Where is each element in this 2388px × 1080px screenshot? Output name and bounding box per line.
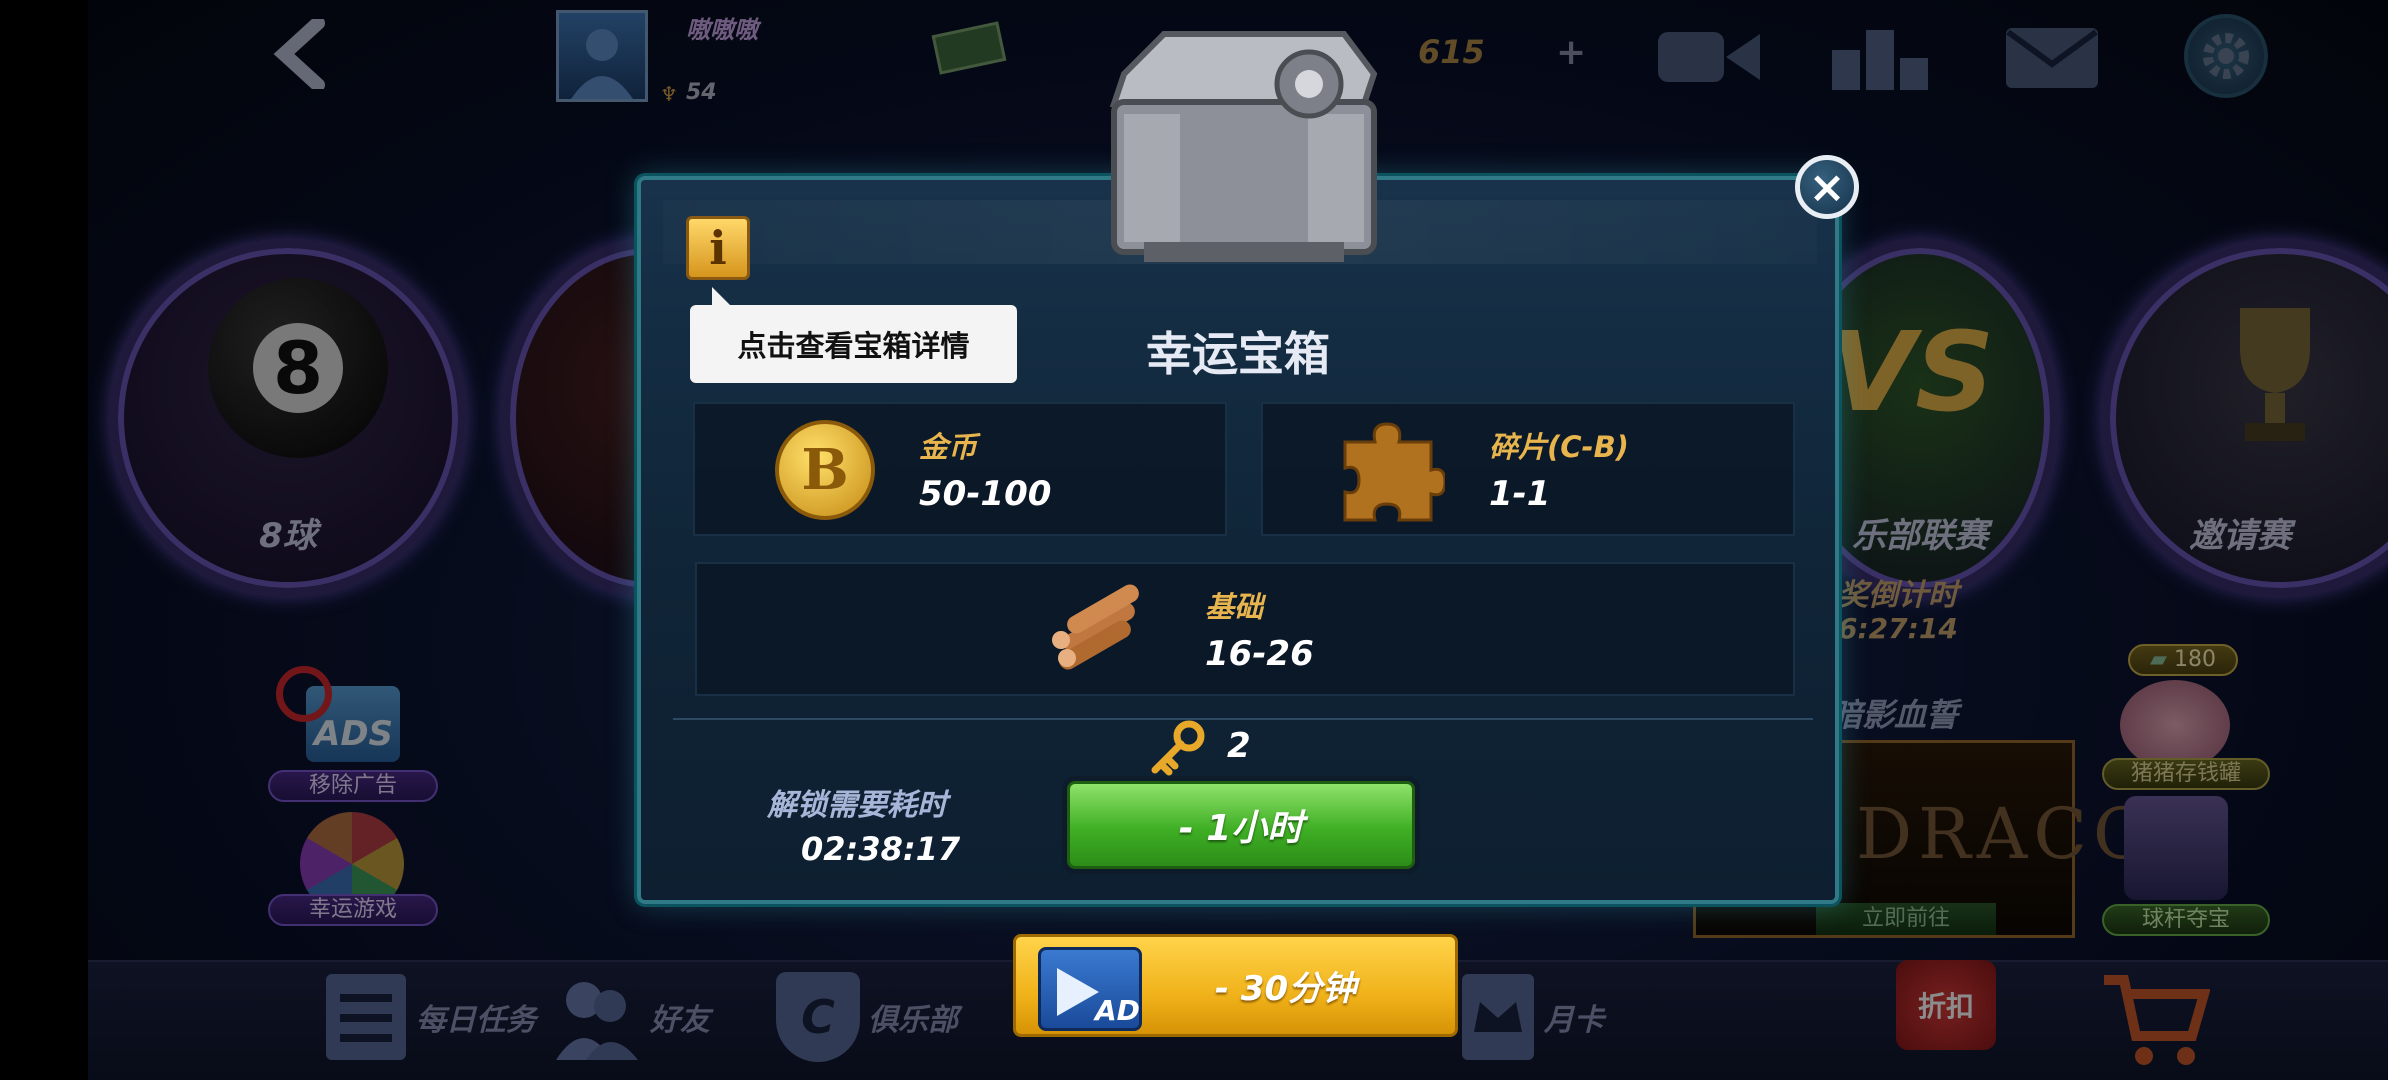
divider: [673, 718, 1813, 720]
chest-details-tooltip: 点击查看宝箱详情: [690, 287, 1017, 383]
watch-ad-button-label: - 30分钟: [1214, 969, 1357, 1009]
key-count: 2: [1227, 726, 1251, 766]
reward-basic-label: 基础: [1205, 590, 1264, 624]
reward-basic-value: 16-26: [1205, 634, 1314, 674]
gold-coin-icon: B: [775, 420, 875, 520]
reward-coins-label: 金币: [919, 430, 978, 464]
reward-coins-value: 50-100: [919, 474, 1052, 514]
watch-ad-button[interactable]: AD - 30分钟: [1013, 934, 1458, 1037]
puzzle-piece-icon: [1343, 422, 1445, 522]
reward-basic-panel: 基础 16-26: [695, 562, 1795, 696]
chest-icon: [1084, 14, 1394, 272]
close-icon: ×: [1808, 161, 1846, 213]
wood-logs-icon: [1052, 584, 1139, 670]
unlock-time-value: 02:38:17: [801, 830, 961, 868]
tooltip-text: 点击查看宝箱详情: [737, 329, 970, 363]
reward-fragments-label: 碎片(C-B): [1489, 430, 1629, 464]
unlock-key-button-label: - 1小时: [1178, 808, 1304, 849]
video-ad-icon: AD: [1038, 947, 1142, 1031]
info-button[interactable]: i: [686, 216, 750, 280]
unlock-key-button[interactable]: - 1小时: [1067, 781, 1415, 869]
reward-coins-panel: B 金币 50-100: [693, 402, 1227, 536]
key-icon: [1151, 720, 1205, 776]
reward-fragments-value: 1-1: [1489, 474, 1551, 514]
info-icon: i: [709, 221, 727, 275]
reward-fragments-panel: 碎片(C-B) 1-1: [1261, 402, 1795, 536]
unlock-time-label: 解锁需要耗时: [767, 788, 947, 823]
ad-icon-text: AD: [1095, 994, 1140, 1027]
close-button[interactable]: ×: [1795, 155, 1859, 219]
